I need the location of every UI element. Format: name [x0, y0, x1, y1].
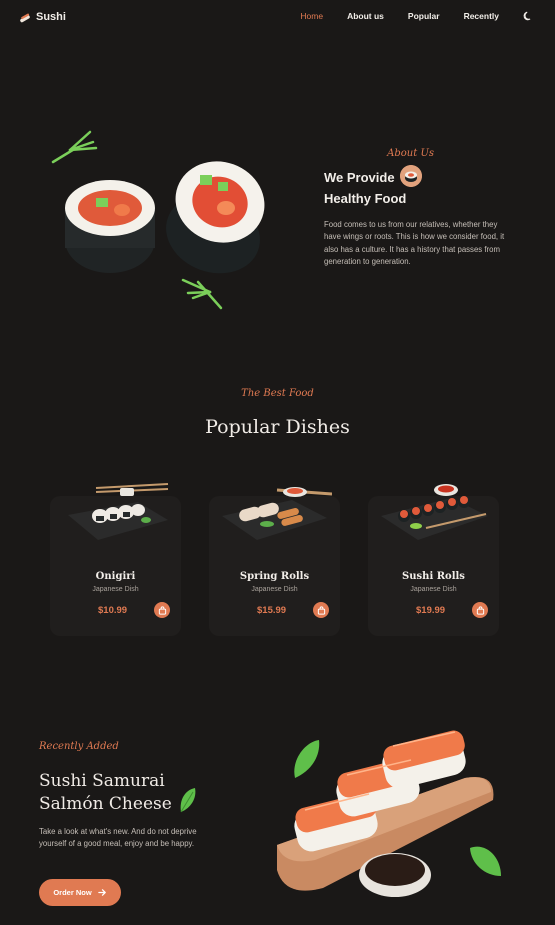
shopping-bag-icon	[158, 605, 166, 615]
spring-rolls-image	[222, 487, 332, 540]
dish-card[interactable]: Sushi Rolls Japanese Dish $19.99	[368, 484, 499, 636]
about-description: Food comes to us from our relatives, whe…	[324, 220, 505, 267]
dish-price: $10.99	[98, 605, 128, 616]
add-to-cart-button[interactable]	[472, 602, 488, 618]
dish-name: Onigiri	[95, 571, 136, 582]
about-title-line2: Healthy Food	[324, 191, 407, 206]
leaf-icon	[180, 788, 196, 813]
about-eyebrow: About Us	[387, 148, 434, 159]
nav-about-us[interactable]: About us	[347, 11, 384, 21]
salmon-sushi-image	[277, 730, 501, 897]
dish-subtitle: Japanese Dish	[251, 586, 298, 593]
recent-title-line2: Salmón Cheese	[39, 794, 172, 814]
sushi-rolls-image	[51, 130, 265, 310]
dish-subtitle: Japanese Dish	[92, 586, 139, 593]
nav-recently[interactable]: Recently	[464, 11, 499, 21]
nav-home[interactable]: Home	[300, 11, 323, 21]
dish-name: Sushi Rolls	[402, 571, 465, 582]
add-to-cart-button[interactable]	[154, 602, 170, 618]
arrow-right-icon	[97, 889, 106, 896]
dish-price: $19.99	[416, 605, 446, 616]
order-now-button[interactable]: Order Now	[39, 879, 121, 906]
add-to-cart-button[interactable]	[313, 602, 329, 618]
recent-description: Take a look at what's new. And do not de…	[39, 827, 197, 849]
logo-text: Sushi	[36, 11, 66, 23]
sushi-badge-icon	[400, 165, 422, 187]
dish-card[interactable]: Onigiri Japanese Dish $10.99	[50, 483, 181, 636]
sushi-rolls-plate-image	[381, 484, 488, 540]
popular-title: Popular Dishes	[205, 416, 350, 438]
header: Sushi Home About us Popular Recently	[0, 0, 555, 34]
recent-title: Sushi Samurai Salmón Cheese	[39, 770, 239, 816]
popular-eyebrow: The Best Food	[241, 388, 314, 399]
shopping-bag-icon	[476, 605, 484, 615]
recent-eyebrow: Recently Added	[39, 741, 119, 752]
moon-icon[interactable]	[523, 11, 533, 21]
dish-price: $15.99	[257, 605, 287, 616]
dish-name: Spring Rolls	[239, 571, 310, 582]
shopping-bag-icon	[317, 605, 325, 615]
order-now-label: Order Now	[53, 888, 92, 897]
main-nav: Home About us Popular Recently	[300, 11, 533, 21]
dish-card[interactable]: Spring Rolls Japanese Dish $15.99	[209, 487, 340, 636]
recent-title-line1: Sushi Samurai	[39, 771, 165, 791]
onigiri-image	[68, 483, 169, 540]
logo[interactable]: Sushi	[18, 10, 66, 24]
sushi-logo-icon	[20, 13, 30, 23]
about-title: We Provide Healthy Food	[324, 165, 514, 209]
about-section: About Us We Provide Healthy Food Food co…	[324, 148, 514, 269]
nav-popular[interactable]: Popular	[408, 11, 440, 21]
dish-subtitle: Japanese Dish	[410, 586, 457, 593]
